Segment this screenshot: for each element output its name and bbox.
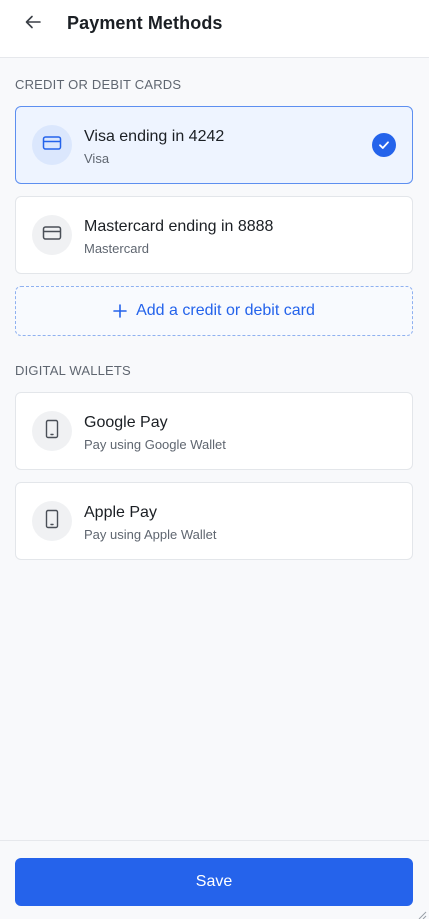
- phone-icon: [45, 509, 59, 534]
- payment-card-mastercard[interactable]: Mastercard ending in 8888 Mastercard: [15, 196, 413, 274]
- phone-icon: [45, 419, 59, 444]
- page-title: Payment Methods: [67, 13, 223, 33]
- wallet-icon-wrapper: [32, 411, 72, 451]
- resize-grip-icon[interactable]: [417, 907, 427, 919]
- arrow-left-icon: [24, 13, 42, 36]
- plus-icon: [113, 304, 127, 318]
- payment-card-visa[interactable]: Visa ending in 4242 Visa: [15, 106, 413, 184]
- footer-bar: Save: [0, 840, 429, 919]
- card-title: Visa ending in 4242: [84, 128, 225, 145]
- section-label-cards: CREDIT OR DEBIT CARDS: [15, 77, 182, 92]
- credit-card-icon: [42, 225, 62, 246]
- section-label-wallets: DIGITAL WALLETS: [15, 363, 131, 378]
- wallet-subtitle: Pay using Apple Wallet: [84, 527, 217, 542]
- wallet-subtitle: Pay using Google Wallet: [84, 437, 226, 452]
- selected-check-icon: [372, 133, 396, 157]
- card-icon-wrapper: [32, 215, 72, 255]
- wallet-title: Google Pay: [84, 414, 168, 431]
- credit-card-icon: [42, 135, 62, 156]
- header-bar: Payment Methods: [0, 0, 429, 58]
- card-icon-wrapper: [32, 125, 72, 165]
- wallet-google-pay[interactable]: Google Pay Pay using Google Wallet: [15, 392, 413, 470]
- save-button[interactable]: Save: [15, 858, 413, 906]
- wallet-icon-wrapper: [32, 501, 72, 541]
- card-subtitle: Mastercard: [84, 241, 150, 256]
- add-card-label: Add a credit or debit card: [136, 302, 315, 319]
- card-subtitle: Visa: [84, 151, 110, 166]
- wallet-apple-pay[interactable]: Apple Pay Pay using Apple Wallet: [15, 482, 413, 560]
- card-title: Mastercard ending in 8888: [84, 218, 274, 235]
- wallet-title: Apple Pay: [84, 504, 157, 521]
- add-card-button[interactable]: Add a credit or debit card: [15, 286, 413, 336]
- back-button[interactable]: [20, 11, 46, 37]
